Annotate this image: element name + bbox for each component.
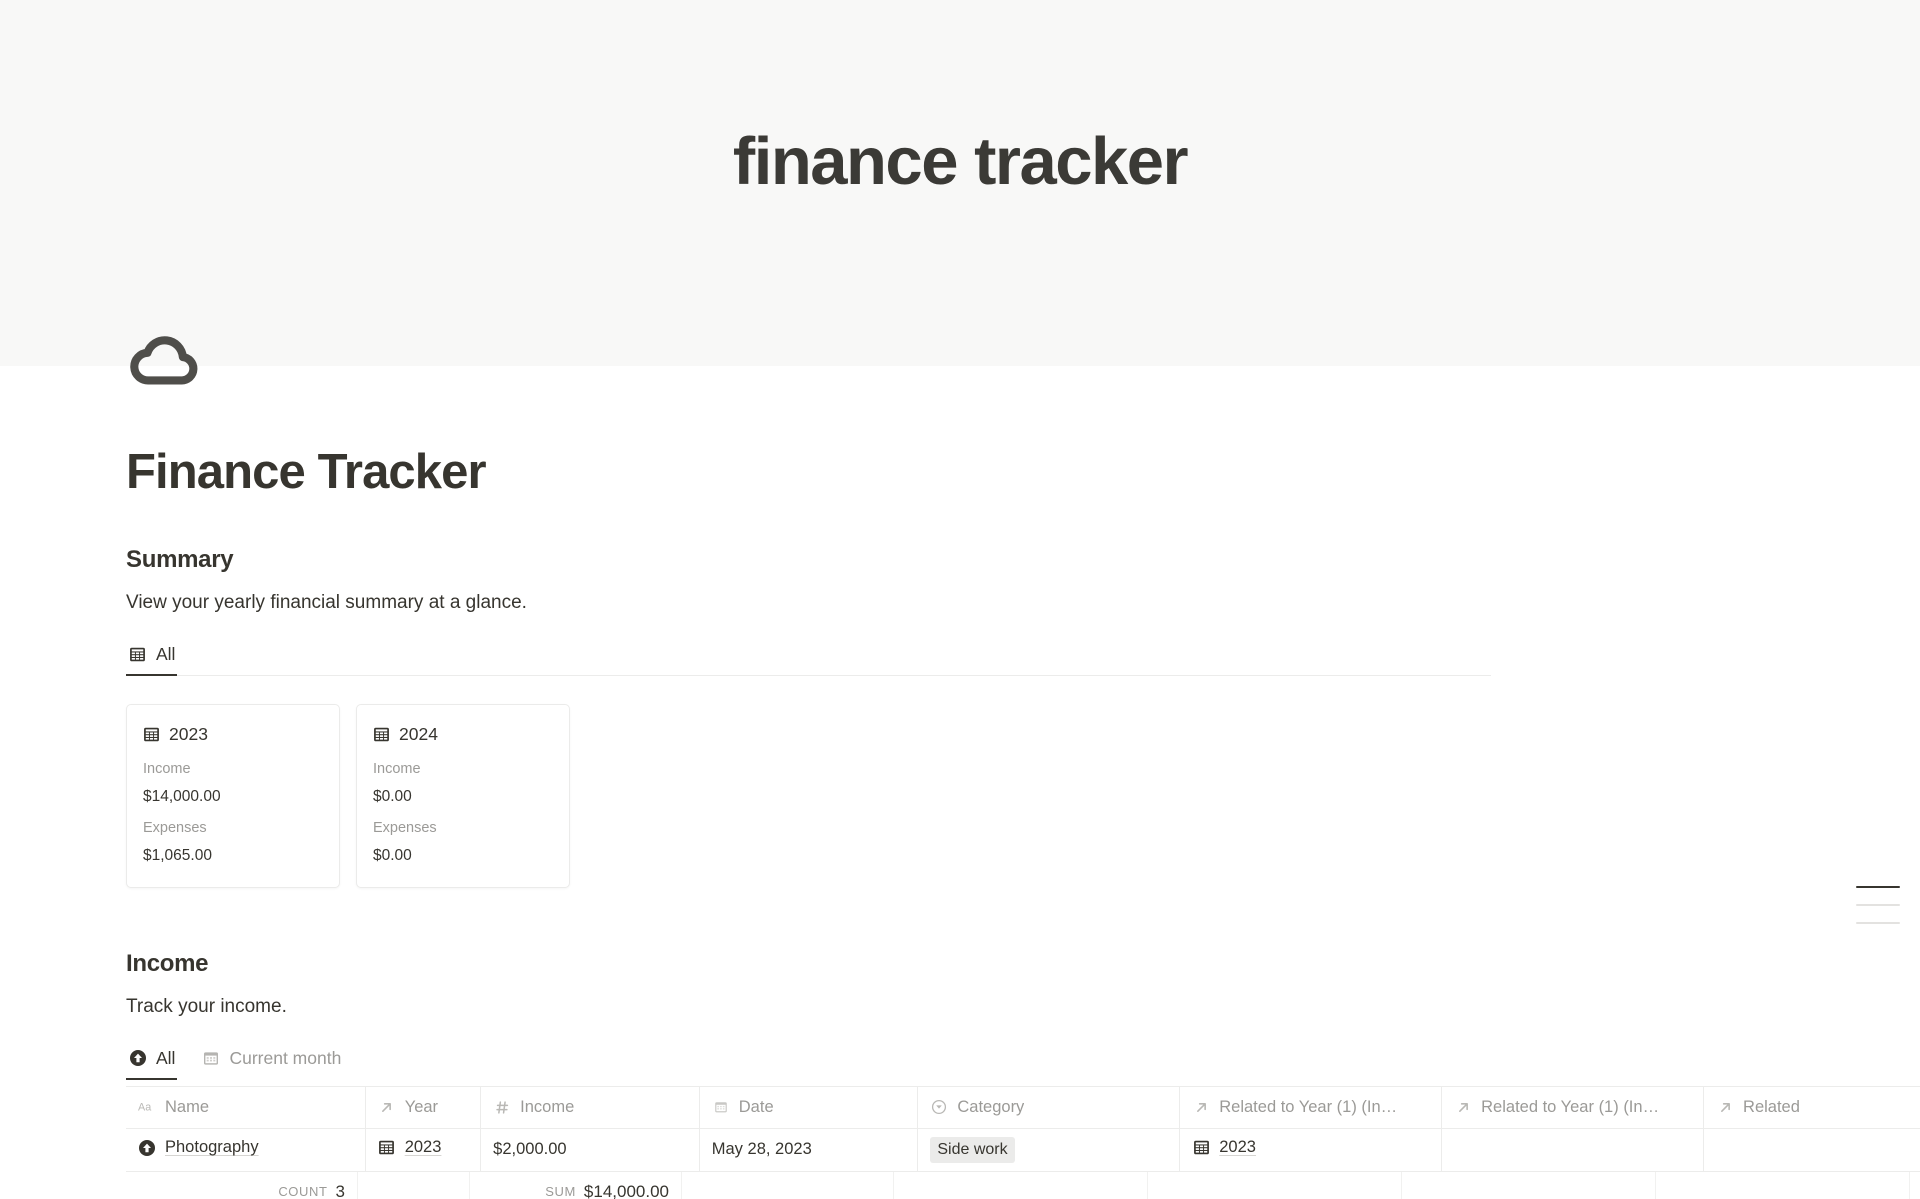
- cloud-icon[interactable]: [126, 318, 204, 396]
- mark-line-1: [1856, 886, 1900, 888]
- summary-card-expenses-value: $1,065.00: [143, 846, 212, 864]
- page-cover: finance tracker: [0, 0, 1920, 366]
- summary-description: View your yearly financial summary at a …: [126, 591, 527, 613]
- column-header-date-label: Date: [738, 1097, 774, 1116]
- summary-view-tabs: All: [126, 640, 1860, 676]
- cell-date[interactable]: May 28, 2023: [699, 1128, 919, 1172]
- relation-arrow-icon: [378, 1098, 396, 1116]
- summary-card-title: 2024: [373, 724, 553, 745]
- cell-related-1-text: 2023: [1219, 1138, 1256, 1157]
- summary-card-income-label: Income: [373, 760, 421, 777]
- calendar-icon: [201, 1049, 220, 1068]
- table-icon: [1192, 1139, 1210, 1157]
- summary-heading: Summary: [126, 545, 234, 573]
- cell-related-2[interactable]: [1441, 1128, 1705, 1172]
- summary-card-title-text: 2023: [169, 723, 208, 744]
- summary-card-expenses-value: $0.00: [373, 846, 412, 864]
- cell-name-text: Photography: [165, 1138, 259, 1157]
- title-aa-icon: Aa: [138, 1098, 156, 1116]
- table-row[interactable]: Photography 2023 $2,000.00 May 28, 2023 …: [126, 1128, 1920, 1172]
- column-header-related-3-label: Related: [1743, 1097, 1800, 1116]
- select-chevron-icon: [930, 1098, 948, 1116]
- column-header-year[interactable]: Year: [365, 1085, 482, 1129]
- table-icon: [128, 645, 147, 664]
- table-icon: [143, 726, 160, 743]
- income-view-tabs: All Current month: [126, 1044, 1860, 1080]
- arrow-up-circle-icon: [128, 1049, 147, 1068]
- cell-year-text: 2023: [404, 1138, 442, 1157]
- cell-related-3[interactable]: [1703, 1128, 1920, 1172]
- collapsed-sidebar-marks: [1856, 886, 1900, 940]
- aggregation-category-empty[interactable]: [894, 1171, 1148, 1199]
- column-header-name-label: Name: [165, 1097, 210, 1116]
- relation-arrow-icon: [1192, 1098, 1210, 1116]
- table-aggregation-row: Count 3 Sum $14,000.00: [126, 1171, 1920, 1199]
- page-title: Finance Tracker: [126, 445, 487, 499]
- income-description: Track your income.: [126, 995, 287, 1017]
- income-tab-all[interactable]: All: [126, 1044, 178, 1080]
- column-header-income-label: Income: [520, 1097, 575, 1116]
- summary-card-title-text: 2024: [399, 723, 438, 744]
- mark-line-3: [1856, 922, 1900, 924]
- summary-card-income-label: Income: [143, 760, 191, 777]
- summary-card-income-value: $14,000.00: [143, 787, 221, 805]
- number-hash-icon: [493, 1098, 511, 1116]
- column-header-related-2-label: Related to Year (1) (In…: [1481, 1097, 1660, 1116]
- summary-tab-all-label: All: [156, 643, 176, 664]
- cell-income[interactable]: $2,000.00: [480, 1128, 700, 1172]
- summary-card-expenses-label: Expenses: [143, 819, 207, 836]
- column-header-related-1-label: Related to Year (1) (In…: [1219, 1097, 1398, 1116]
- summary-card-title: 2023: [143, 724, 323, 745]
- table-icon: [373, 726, 390, 743]
- table-header-row: Aa Name Year Income Date Category Relate…: [126, 1085, 1920, 1129]
- column-header-related-2[interactable]: Related to Year (1) (In…: [1441, 1085, 1705, 1129]
- relation-arrow-icon: [1716, 1098, 1734, 1116]
- svg-text:Aa: Aa: [138, 1102, 151, 1114]
- column-header-related-1[interactable]: Related to Year (1) (In…: [1179, 1085, 1443, 1129]
- aggregation-year-empty[interactable]: [358, 1171, 470, 1199]
- income-tab-all-label: All: [156, 1047, 176, 1068]
- cell-name[interactable]: Photography: [126, 1128, 366, 1172]
- page-content: Finance Tracker Summary View your yearly…: [0, 445, 1920, 1199]
- aggregation-sum-label: Sum: [545, 1184, 576, 1199]
- summary-card-expenses-label: Expenses: [373, 819, 437, 836]
- column-header-income[interactable]: Income: [480, 1085, 700, 1129]
- relation-arrow-icon: [1454, 1098, 1472, 1116]
- aggregation-related-2-empty[interactable]: [1402, 1171, 1656, 1199]
- summary-card-income-value: $0.00: [373, 787, 412, 805]
- arrow-up-circle-icon: [138, 1139, 156, 1157]
- column-header-name[interactable]: Aa Name: [126, 1085, 366, 1129]
- column-header-category[interactable]: Category: [917, 1085, 1181, 1129]
- category-pill: Side work: [930, 1137, 1015, 1163]
- column-header-date[interactable]: Date: [699, 1085, 919, 1129]
- cell-category[interactable]: Side work: [917, 1128, 1181, 1172]
- aggregation-count[interactable]: Count 3: [126, 1171, 358, 1199]
- aggregation-date-empty[interactable]: [682, 1171, 894, 1199]
- column-header-year-label: Year: [404, 1097, 439, 1116]
- aggregation-related-3-empty[interactable]: [1656, 1171, 1910, 1199]
- calendar-icon: [712, 1098, 730, 1116]
- cell-related-1[interactable]: 2023: [1179, 1128, 1443, 1172]
- cell-year[interactable]: 2023: [365, 1128, 482, 1172]
- summary-tab-all[interactable]: All: [126, 640, 178, 676]
- aggregation-count-label: Count: [278, 1184, 328, 1199]
- mark-line-2: [1856, 904, 1900, 906]
- income-table-wrapper: Aa Name Year Income Date Category Relate…: [126, 1085, 1920, 1199]
- aggregation-count-value: 3: [335, 1181, 345, 1199]
- income-tab-current-month-label: Current month: [229, 1047, 342, 1068]
- column-header-related-3[interactable]: Related: [1703, 1085, 1920, 1129]
- aggregation-sum-value: $14,000.00: [583, 1181, 669, 1199]
- income-table: Aa Name Year Income Date Category Relate…: [126, 1085, 1920, 1172]
- income-heading: Income: [126, 949, 209, 977]
- summary-cards: 2023 Income $14,000.00 Expenses $1,065.0…: [126, 703, 1860, 888]
- table-icon: [378, 1139, 396, 1157]
- column-header-category-label: Category: [957, 1097, 1025, 1116]
- aggregation-related-1-empty[interactable]: [1148, 1171, 1402, 1199]
- summary-card-2023[interactable]: 2023 Income $14,000.00 Expenses $1,065.0…: [126, 703, 340, 888]
- cover-title: finance tracker: [732, 124, 1189, 199]
- summary-card-2024[interactable]: 2024 Income $0.00 Expenses $0.00: [356, 703, 570, 888]
- income-tab-current-month[interactable]: Current month: [199, 1044, 343, 1080]
- aggregation-sum[interactable]: Sum $14,000.00: [470, 1171, 682, 1199]
